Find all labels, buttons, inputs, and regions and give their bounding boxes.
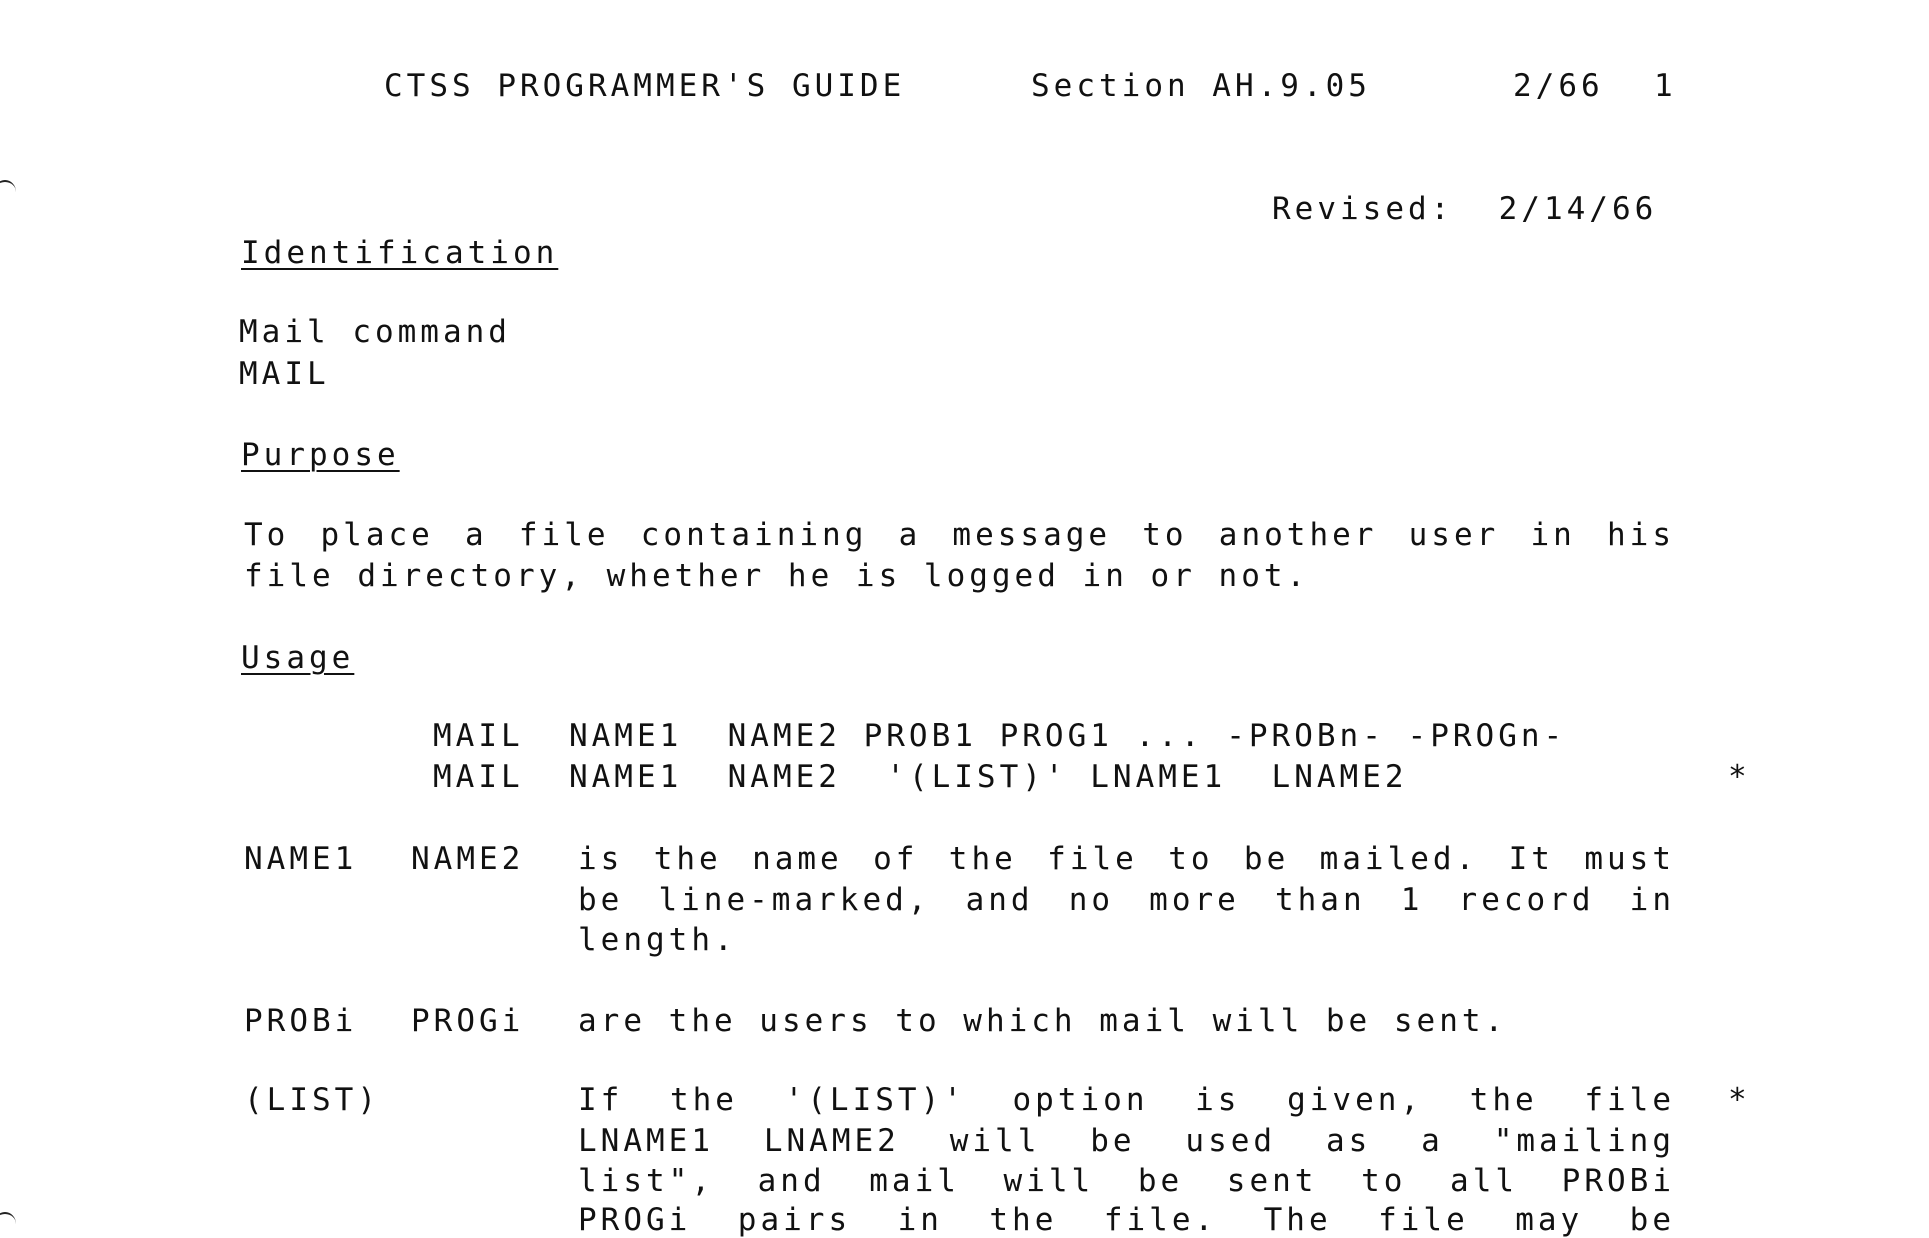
usage-syntax: MAIL NAME1 NAME2 PROB1 PROG1 ... -PROBn-… <box>433 718 1567 754</box>
identification-line: Mail command <box>239 314 511 350</box>
purpose-line: file directory, whether he is logged in … <box>244 558 1310 594</box>
change-mark: * <box>1728 759 1751 795</box>
param-desc: is the name of the file to be mailed. It… <box>578 841 1675 877</box>
identification-heading: Identification <box>241 235 559 271</box>
param-name: NAME1 <box>244 841 358 877</box>
param-desc: be line-marked, and no more than 1 recor… <box>578 882 1675 918</box>
usage-heading: Usage <box>241 640 355 676</box>
param-name: PROBi <box>244 1003 358 1039</box>
purpose-heading: Purpose <box>241 437 400 473</box>
margin-mark <box>0 180 16 204</box>
param-desc: list", and mail will be sent to all PROB… <box>578 1163 1675 1199</box>
purpose-line: To place a file containing a message to … <box>244 517 1675 553</box>
header-title: CTSS PROGRAMMER'S GUIDE <box>384 68 906 104</box>
param-desc: If the '(LIST)' option is given, the fil… <box>578 1082 1675 1118</box>
identification-line: MAIL <box>239 356 330 392</box>
param-name: (LIST) <box>244 1082 380 1118</box>
header-section: Section AH.9.05 <box>1031 68 1371 104</box>
margin-mark <box>0 1212 16 1236</box>
param-desc: PROGi pairs in the file. The file may be <box>578 1202 1675 1238</box>
param-desc: LNAME1 LNAME2 will be used as a "mailing <box>578 1123 1675 1159</box>
param-name: PROGi <box>411 1003 525 1039</box>
usage-syntax: MAIL NAME1 NAME2 '(LIST)' LNAME1 LNAME2 <box>433 759 1408 795</box>
param-name: NAME2 <box>411 841 525 877</box>
param-desc: length. <box>578 922 737 958</box>
header-page: 1 <box>1654 68 1677 104</box>
change-mark: * <box>1728 1082 1751 1118</box>
header-date: 2/66 <box>1513 68 1604 104</box>
param-desc: are the users to which mail will be sent… <box>578 1003 1508 1039</box>
revised-date: Revised: 2/14/66 <box>1272 191 1658 227</box>
